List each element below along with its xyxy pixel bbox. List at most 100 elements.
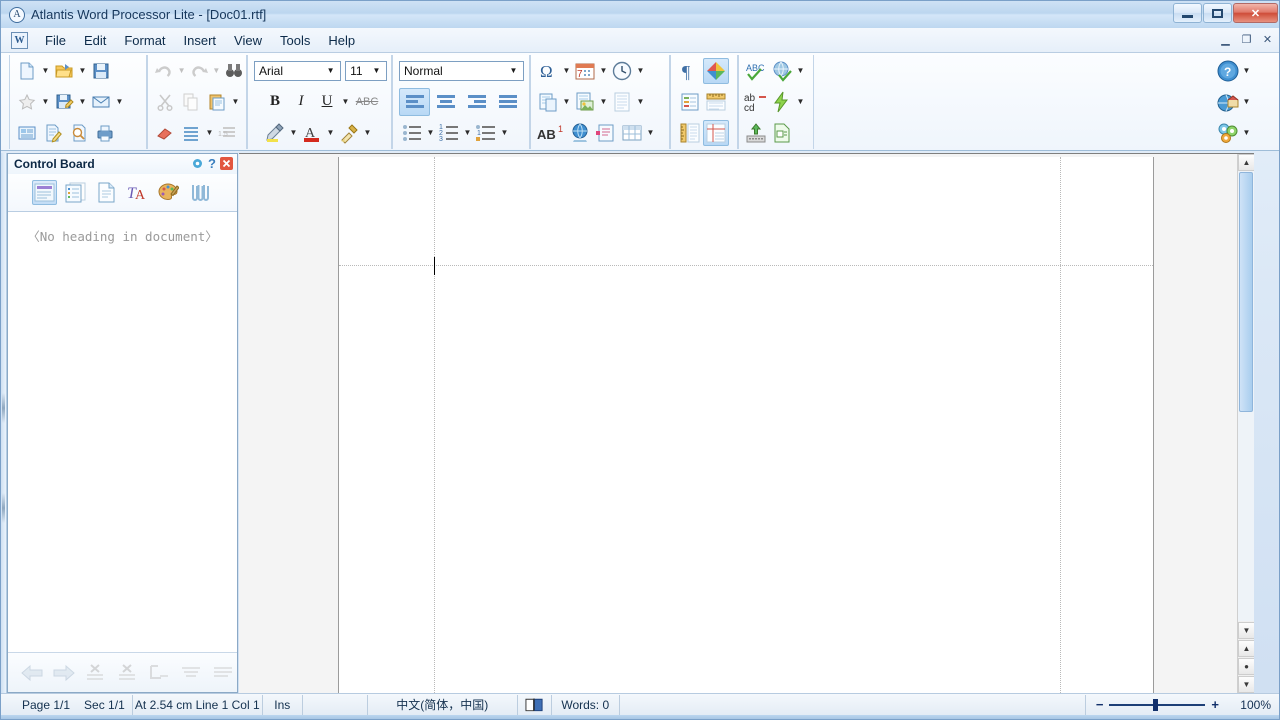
mdi-minimize-button[interactable]: ▁ (1216, 31, 1235, 48)
zoom-in-button[interactable]: + (1211, 697, 1219, 712)
help-icon[interactable]: ? (208, 156, 216, 171)
expand-icon[interactable] (209, 659, 237, 687)
mdi-restore-button[interactable]: ❐ (1237, 31, 1256, 48)
home-web-icon[interactable] (1215, 89, 1241, 115)
power-tools-dropdown-arrow[interactable]: ▼ (795, 89, 806, 115)
paragraph-lines-dropdown-arrow[interactable]: ▼ (204, 120, 215, 146)
find-binoculars-icon[interactable] (222, 58, 246, 84)
clips-icon[interactable] (187, 180, 212, 205)
help-dropdown-arrow[interactable]: ▼ (1241, 58, 1252, 84)
underline-dropdown-arrow[interactable]: ▼ (340, 89, 351, 115)
vertical-scrollbar[interactable]: ▲ ▼ ▲ ● ▼ (1237, 154, 1254, 693)
date-calendar-icon[interactable]: 7 (572, 58, 598, 84)
hyperlink-globe-icon[interactable] (567, 120, 593, 146)
time-dropdown-arrow[interactable]: ▼ (635, 58, 646, 84)
footnote-ab1-icon[interactable]: AB1 (535, 120, 567, 146)
insert-text-frame-icon[interactable] (609, 89, 635, 115)
close-button[interactable]: ✕ (1233, 3, 1278, 23)
promote-icon[interactable] (82, 659, 110, 687)
menu-item-insert[interactable]: Insert (175, 30, 226, 51)
document-info-icon[interactable] (769, 120, 795, 146)
align-right-icon[interactable] (461, 88, 492, 116)
insert-page-dropdown-arrow[interactable]: ▼ (561, 89, 572, 115)
previous-page-button[interactable]: ▲ (1238, 640, 1254, 657)
menu-item-format[interactable]: Format (115, 30, 174, 51)
gear-icon[interactable] (191, 157, 204, 170)
print-icon[interactable] (92, 120, 118, 146)
undo-icon[interactable] (152, 58, 176, 84)
bullet-list-icon[interactable] (399, 120, 425, 146)
color-scheme-icon[interactable] (703, 58, 729, 84)
favorite-star-icon[interactable] (14, 89, 40, 115)
power-tools-icon[interactable] (769, 89, 795, 115)
line-spacing-icon[interactable]: 1.5 (215, 120, 241, 146)
strikethrough-button[interactable]: ABC (351, 89, 383, 115)
document-canvas[interactable] (239, 154, 1237, 693)
open-folder-icon[interactable] (51, 58, 77, 84)
italic-button[interactable]: I (288, 89, 314, 115)
web-translate-icon[interactable] (769, 58, 795, 84)
ruler-icon[interactable] (703, 89, 729, 115)
zoom-out-button[interactable]: − (1096, 697, 1104, 712)
format-painter-icon[interactable] (336, 120, 362, 146)
vertical-ruler-icon[interactable] (677, 120, 703, 146)
time-clock-icon[interactable] (609, 58, 635, 84)
styles-ta-icon[interactable]: TA (125, 180, 150, 205)
document-list-icon[interactable] (63, 180, 88, 205)
font-color-icon[interactable]: A (299, 120, 325, 146)
grid-icon[interactable] (703, 120, 729, 146)
save-as-icon[interactable] (51, 89, 77, 115)
status-language[interactable]: 中文(简体，中国) (368, 695, 518, 715)
keyboard-shortcut-icon[interactable] (743, 120, 769, 146)
highlight-dropdown-arrow[interactable]: ▼ (288, 120, 299, 146)
cut-scissors-icon[interactable] (152, 89, 178, 115)
menu-item-edit[interactable]: Edit (75, 30, 115, 51)
font-family-combo[interactable]: Arial ▼ (254, 61, 341, 81)
navigate-forward-icon[interactable] (50, 659, 78, 687)
numbered-list-dropdown-arrow[interactable]: ▼ (462, 120, 473, 146)
copy-icon[interactable] (178, 89, 204, 115)
document-page[interactable] (338, 157, 1154, 693)
numbered-list-icon[interactable]: 123 (436, 120, 462, 146)
eraser-icon[interactable] (152, 120, 178, 146)
paragraph-style-combo[interactable]: Normal ▼ (399, 61, 524, 81)
edit-document-icon[interactable] (40, 120, 66, 146)
menu-item-tools[interactable]: Tools (271, 30, 319, 51)
send-mail-dropdown-arrow[interactable]: ▼ (114, 89, 125, 115)
insert-note-icon[interactable] (593, 120, 619, 146)
autocorrect-abcd-icon[interactable]: abcd (743, 89, 769, 115)
outline-view-icon[interactable] (32, 180, 57, 205)
underline-button[interactable]: U (314, 89, 340, 115)
font-color-dropdown-arrow[interactable]: ▼ (325, 120, 336, 146)
date-dropdown-arrow[interactable]: ▼ (598, 58, 609, 84)
align-justify-icon[interactable] (492, 88, 523, 116)
insert-page-icon[interactable] (535, 89, 561, 115)
open-folder-dropdown-arrow[interactable]: ▼ (77, 58, 88, 84)
home-dropdown-arrow[interactable]: ▼ (1241, 89, 1252, 115)
paragraph-lines-icon[interactable] (178, 120, 204, 146)
minimize-button[interactable] (1173, 3, 1202, 23)
collapse-icon[interactable] (177, 659, 205, 687)
web-translate-dropdown-arrow[interactable]: ▼ (795, 58, 806, 84)
send-mail-icon[interactable] (88, 89, 114, 115)
select-browse-object-button[interactable]: ● (1238, 658, 1254, 675)
navigate-back-icon[interactable] (18, 659, 46, 687)
insert-image-icon[interactable] (572, 89, 598, 115)
redo-icon[interactable] (187, 58, 211, 84)
bold-button[interactable]: B (262, 89, 288, 115)
settings-gears-icon[interactable] (1215, 120, 1241, 146)
insert-text-frame-dropdown-arrow[interactable]: ▼ (635, 89, 646, 115)
font-family-dropdown-arrow[interactable]: ▼ (323, 62, 338, 80)
new-document-dropdown-arrow[interactable]: ▼ (40, 58, 51, 84)
multilevel-list-icon[interactable]: 1 (473, 120, 499, 146)
scroll-down-button[interactable]: ▼ (1238, 622, 1254, 639)
proofing-book-icon[interactable] (518, 695, 552, 715)
mdi-close-button[interactable]: ✕ (1258, 31, 1277, 48)
document-map-icon[interactable] (677, 89, 703, 115)
next-page-button[interactable]: ▼ (1238, 676, 1254, 693)
zoom-slider-thumb[interactable] (1153, 699, 1158, 711)
symbol-dropdown-arrow[interactable]: ▼ (561, 58, 572, 84)
scroll-up-button[interactable]: ▲ (1238, 154, 1254, 171)
paste-icon[interactable] (204, 89, 230, 115)
maximize-button[interactable] (1203, 3, 1232, 23)
